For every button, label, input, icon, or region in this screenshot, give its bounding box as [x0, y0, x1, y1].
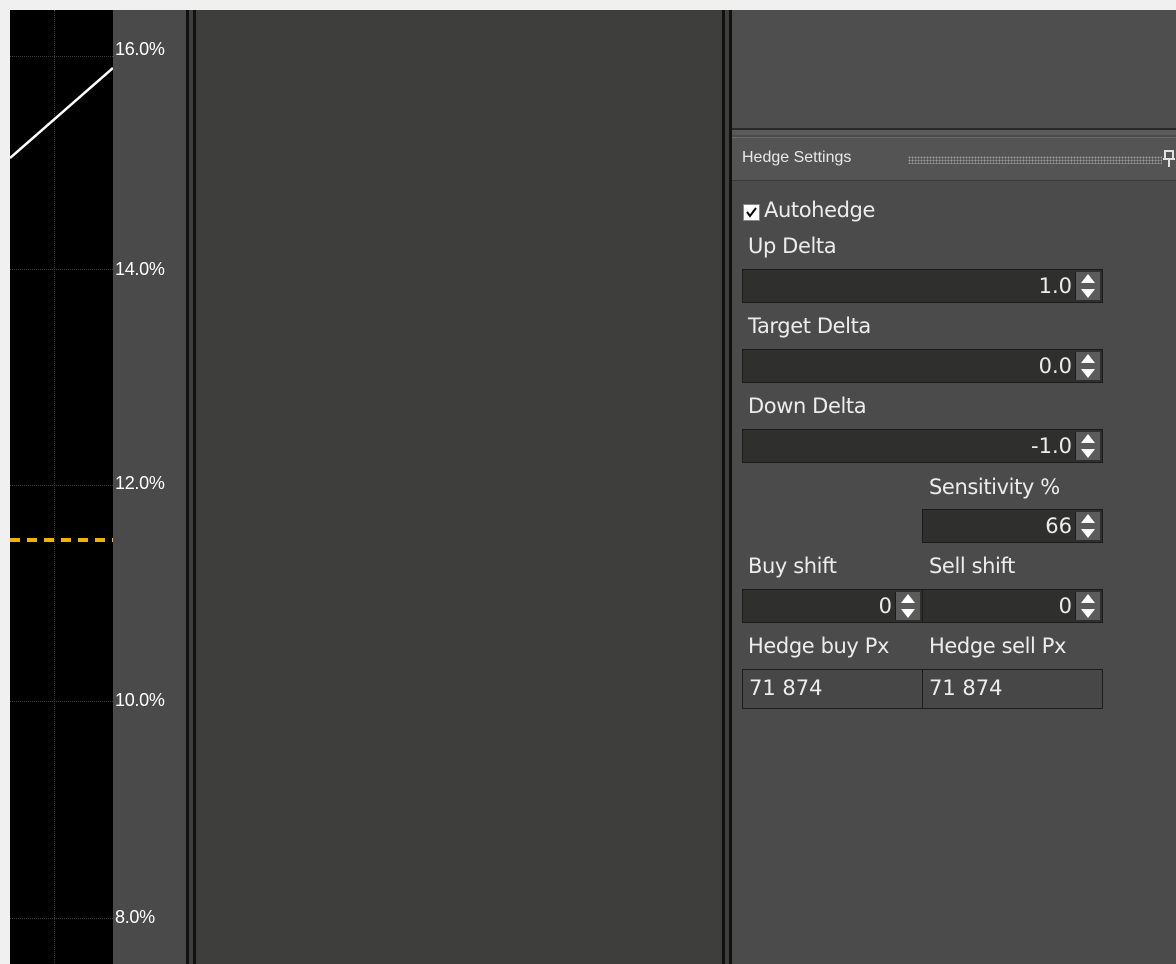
- pane-divider[interactable]: [732, 130, 1176, 135]
- hedge-settings-title: Hedge Settings: [742, 149, 852, 166]
- sell-shift-spinbox[interactable]: 0: [922, 589, 1103, 623]
- sensitivity-spinbox[interactable]: 66: [922, 509, 1103, 543]
- chart-series-line: [10, 67, 113, 159]
- sell-shift-value: 0: [1058, 594, 1072, 618]
- spin-buttons[interactable]: [1075, 512, 1100, 540]
- target-delta-value: 0.0: [1038, 354, 1072, 378]
- panel-splitter[interactable]: [722, 10, 732, 964]
- hedge-settings-header[interactable]: Hedge Settings: [732, 137, 1176, 181]
- autohedge-checkbox[interactable]: [743, 204, 760, 221]
- spin-up-icon[interactable]: [1080, 353, 1096, 365]
- right-panel: Hedge Settings Autohedge Up Delta 1.0 Ta…: [732, 10, 1176, 964]
- spin-up-icon[interactable]: [1080, 273, 1096, 285]
- middle-panel: [196, 10, 722, 964]
- down-delta-value: -1.0: [1031, 434, 1072, 458]
- spin-buttons[interactable]: [1075, 352, 1100, 380]
- panel-splitter[interactable]: [186, 10, 196, 964]
- down-delta-spinbox[interactable]: -1.0: [742, 429, 1103, 463]
- y-tick-label: 10.0%: [115, 690, 165, 710]
- spin-up-icon[interactable]: [1080, 513, 1096, 525]
- sell-shift-label: Sell shift: [929, 554, 1015, 578]
- sensitivity-label: Sensitivity %: [929, 475, 1060, 499]
- spin-buttons[interactable]: [1075, 592, 1100, 620]
- sensitivity-value: 66: [1045, 514, 1072, 538]
- chart-svg: [10, 67, 113, 542]
- up-delta-spinbox[interactable]: 1.0: [742, 269, 1103, 303]
- target-delta-label: Target Delta: [748, 314, 871, 338]
- spin-up-icon[interactable]: [900, 593, 916, 605]
- pin-icon[interactable]: [1162, 147, 1176, 169]
- buy-shift-spinbox[interactable]: 0: [742, 589, 923, 623]
- spin-up-icon[interactable]: [1080, 433, 1096, 445]
- up-delta-value: 1.0: [1038, 274, 1072, 298]
- hedge-sell-px-label: Hedge sell Px: [929, 634, 1067, 658]
- down-delta-label: Down Delta: [748, 394, 867, 418]
- hedge-sell-px-value: 71 874: [929, 676, 1003, 700]
- hedge-buy-px-value: 71 874: [749, 676, 823, 700]
- autohedge-label: Autohedge: [764, 198, 875, 222]
- buy-shift-label: Buy shift: [748, 554, 837, 578]
- hedge-settings-body: Autohedge Up Delta 1.0 Target Delta 0.0 …: [732, 181, 1176, 964]
- spin-buttons[interactable]: [1075, 272, 1100, 300]
- y-tick-label: 8.0%: [115, 907, 155, 927]
- spin-down-icon[interactable]: [1080, 447, 1096, 459]
- up-delta-label: Up Delta: [748, 234, 837, 258]
- y-tick-label: 12.0%: [115, 473, 165, 493]
- hedge-buy-px-label: Hedge buy Px: [748, 634, 890, 658]
- chart-plot-area: [10, 10, 113, 964]
- spin-up-icon[interactable]: [1080, 593, 1096, 605]
- spin-down-icon[interactable]: [1080, 287, 1096, 299]
- hedge-buy-px-field: 71 874: [742, 669, 923, 709]
- y-tick-label: 16.0%: [115, 39, 165, 59]
- buy-shift-value: 0: [878, 594, 892, 618]
- spin-buttons[interactable]: [895, 592, 920, 620]
- upper-pane: [732, 10, 1176, 130]
- spin-down-icon[interactable]: [900, 607, 916, 619]
- hedge-sell-px-field: 71 874: [922, 669, 1103, 709]
- spin-buttons[interactable]: [1075, 432, 1100, 460]
- y-tick-label: 14.0%: [115, 259, 165, 279]
- chart-y-axis: 16.0% 14.0% 12.0% 10.0% 8.0%: [113, 10, 186, 964]
- spin-down-icon[interactable]: [1080, 607, 1096, 619]
- spin-down-icon[interactable]: [1080, 367, 1096, 379]
- spin-down-icon[interactable]: [1080, 527, 1096, 539]
- target-delta-spinbox[interactable]: 0.0: [742, 349, 1103, 383]
- checkmark-icon: [746, 207, 757, 218]
- drag-grip-icon[interactable]: [908, 156, 1162, 164]
